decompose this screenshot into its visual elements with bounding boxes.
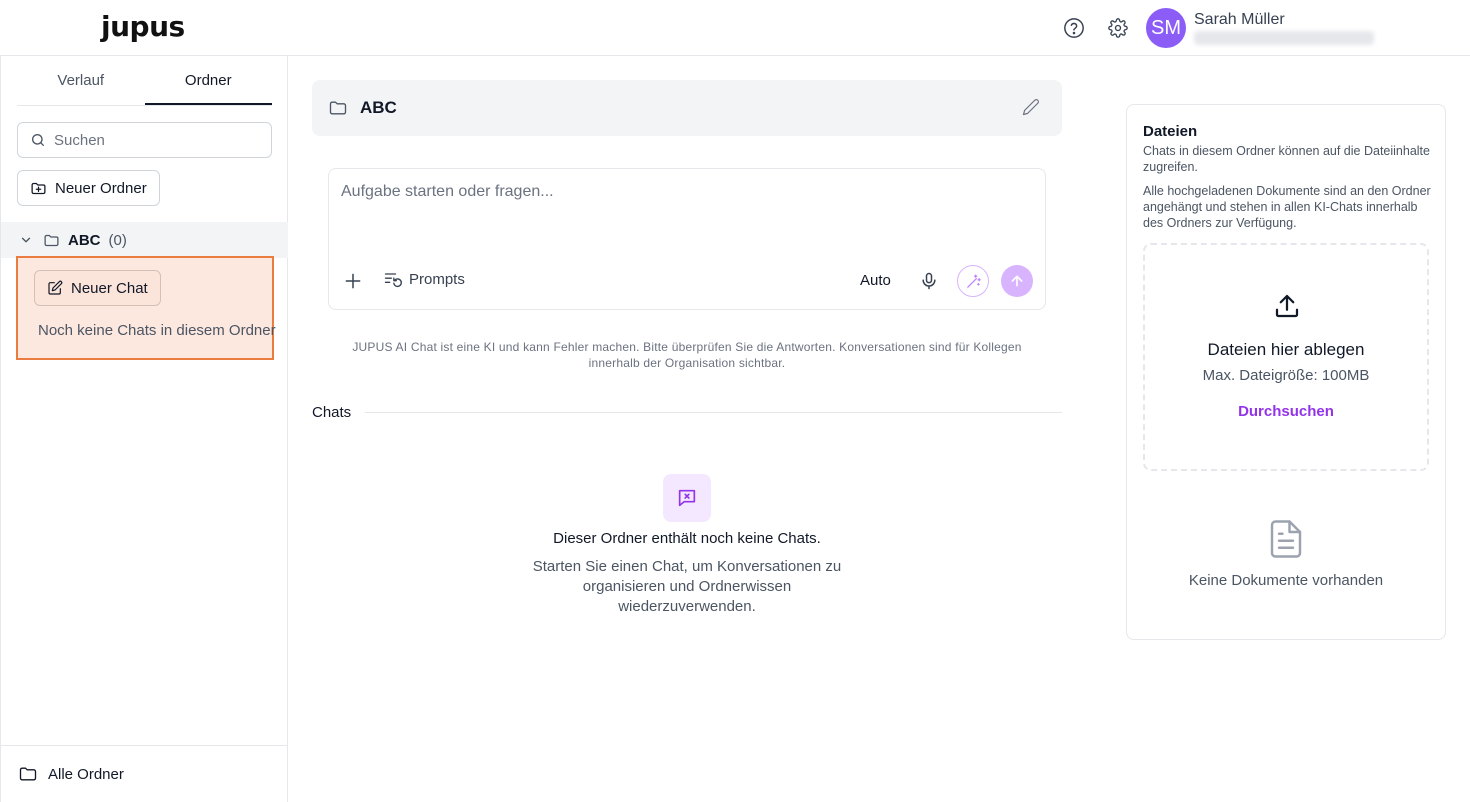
prompts-label: Prompts [409,270,465,288]
all-folders-label: Alle Ordner [48,765,124,783]
file-dropzone[interactable]: Dateien hier ablegen Max. Dateigröße: 10… [1143,243,1429,471]
ai-disclaimer: JUPUS AI Chat ist eine KI und kann Fehle… [352,340,1022,370]
folder-count: (0) [108,231,127,249]
files-title: Dateien [1143,123,1198,140]
microphone-icon[interactable] [919,271,939,291]
no-documents-text: Keine Dokumente vorhanden [1188,572,1384,589]
folder-title: ABC [360,98,397,117]
plus-icon[interactable] [343,271,363,291]
dropzone-title: Dateien hier ablegen [1207,340,1365,359]
folder-icon [328,98,348,118]
folder-icon [18,764,38,784]
sidebar: Verlauf Ordner Neuer Ordner ABC (0) Neue… [0,56,288,802]
tab-ordner[interactable]: Ordner [144,56,272,105]
new-chat-label: Neuer Chat [71,279,148,297]
edit-square-icon [47,280,63,296]
new-folder-label: Neuer Ordner [55,179,147,197]
document-icon [1265,515,1307,563]
folder-empty-text: Noch keine Chats in diesem Ordner [38,322,276,339]
prompts-button[interactable]: Prompts [383,269,465,289]
message-x-icon [676,487,698,509]
gear-icon[interactable] [1106,16,1130,40]
search-input[interactable] [54,131,254,149]
magic-wand-button[interactable] [957,265,989,297]
files-description-1: Chats in diesem Ordner können auf die Da… [1143,144,1430,174]
folder-header: ABC [312,80,1062,136]
magic-wand-icon [965,273,982,290]
sidebar-tabs: Verlauf Ordner [17,56,272,106]
user-name: Sarah Müller [1194,11,1285,28]
folder-plus-icon [30,180,47,197]
prompt-input[interactable] [341,183,1031,243]
model-mode-select[interactable]: Auto [860,272,891,289]
search-icon [30,132,46,148]
files-description-2: Alle hochgeladenen Dokumente sind an den… [1143,184,1431,230]
top-header: jupus SM Sarah Müller [0,0,1470,56]
empty-chats-badge [663,474,711,522]
all-folders-link[interactable]: Alle Ordner [1,745,288,802]
folder-name: ABC [68,231,101,249]
folder-icon [43,232,60,249]
chat-composer: Prompts Auto [328,168,1046,310]
folder-content-abc: Neuer Chat Noch keine Chats in diesem Or… [16,256,276,360]
files-panel: Dateien Chats in diesem Ordner können au… [1126,104,1446,640]
chats-section-header: Chats [312,402,1062,422]
upload-icon [1272,291,1302,321]
send-button[interactable] [1001,265,1033,297]
browse-button[interactable]: Durchsuchen [1145,403,1427,420]
chats-section-label: Chats [312,403,352,421]
chevron-down-icon[interactable] [19,233,33,247]
new-folder-button[interactable]: Neuer Ordner [17,170,160,206]
search-box [17,122,272,158]
empty-chats-title: Dieser Ordner enthält noch keine Chats. [553,530,821,547]
arrow-up-icon [1009,273,1025,289]
user-email-redacted [1194,31,1374,45]
new-chat-button[interactable]: Neuer Chat [34,270,161,306]
dropzone-max-size: Max. Dateigröße: 100MB [1202,367,1370,384]
folder-item-abc[interactable]: ABC (0) [1,222,288,258]
empty-chats-text: Starten Sie einen Chat, um Konversatione… [532,558,842,615]
help-icon[interactable] [1062,16,1086,40]
pencil-icon[interactable] [1022,98,1040,116]
divider [365,411,1062,413]
tab-verlauf[interactable]: Verlauf [17,56,145,105]
list-history-icon [383,269,403,289]
avatar[interactable]: SM [1146,8,1186,48]
app-logo[interactable]: jupus [101,10,185,44]
